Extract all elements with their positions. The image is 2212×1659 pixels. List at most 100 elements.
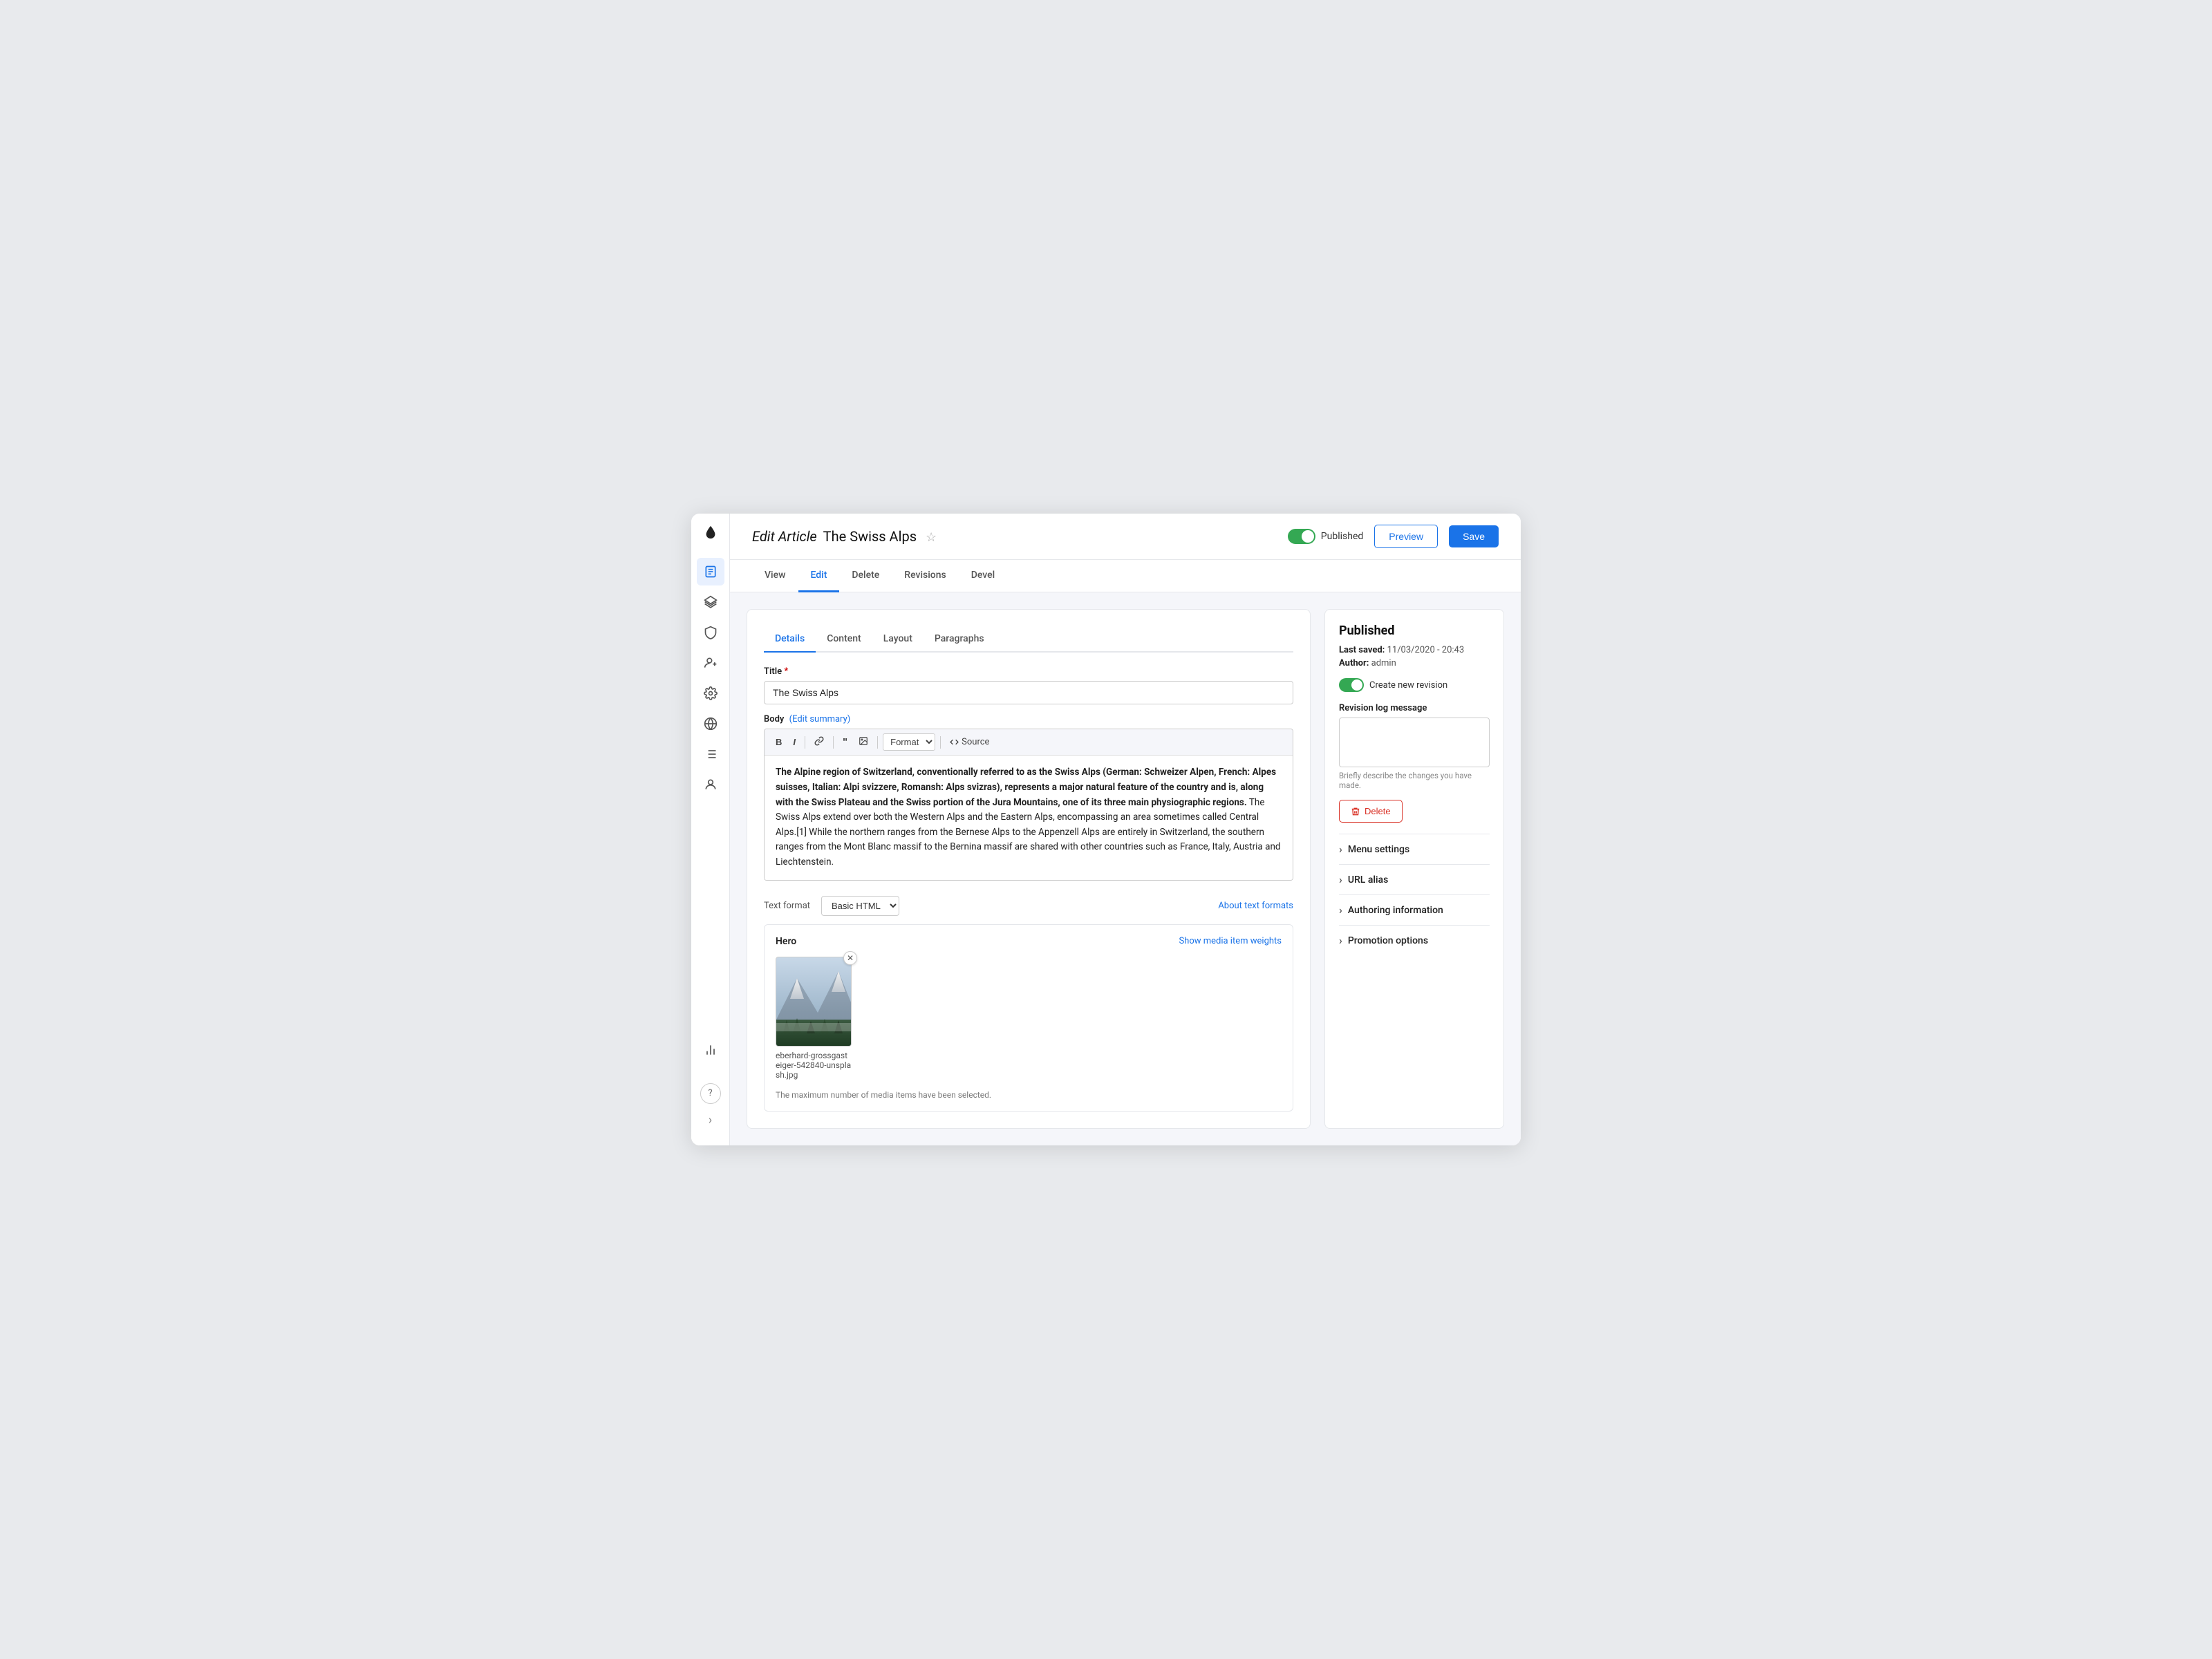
tab-delete[interactable]: Delete: [839, 560, 892, 592]
sidebar-item-person[interactable]: [697, 771, 724, 798]
nav-tabs: View Edit Delete Revisions Devel: [730, 560, 1521, 592]
accordion-promotion-label: Promotion options: [1348, 935, 1428, 946]
italic-button[interactable]: I: [789, 735, 800, 749]
chevron-right-icon-2: ›: [1339, 873, 1342, 886]
sidebar-item-list[interactable]: [697, 740, 724, 768]
editor-wrap: B I ": [764, 729, 1293, 880]
hero-section: Hero Show media item weights: [764, 924, 1293, 1112]
accordion-authoring: › Authoring information: [1339, 894, 1490, 925]
chevron-right-icon: ›: [1339, 843, 1342, 856]
article-name: The Swiss Alps: [823, 528, 917, 545]
toolbar-divider-3: [877, 736, 878, 749]
page-title: Edit Article The Swiss Alps ☆: [752, 528, 1277, 545]
accordion-promotion: › Promotion options: [1339, 925, 1490, 955]
delete-label: Delete: [1365, 806, 1391, 816]
text-format-row: Text format Basic HTML About text format…: [764, 896, 1293, 916]
toolbar-divider-4: [940, 736, 941, 749]
sidebar-item-expand[interactable]: ›: [697, 1107, 724, 1134]
help-icon: ?: [708, 1088, 712, 1098]
preview-button[interactable]: Preview: [1374, 525, 1438, 548]
body-label: Body (Edit summary): [764, 714, 1293, 724]
text-format-select[interactable]: Basic HTML: [821, 896, 899, 916]
media-item: [776, 957, 852, 1047]
editor-toolbar: B I ": [765, 729, 1293, 756]
link-button[interactable]: [810, 734, 828, 750]
editor-body[interactable]: The Alpine region of Switzerland, conven…: [765, 756, 1293, 879]
tab-devel[interactable]: Devel: [959, 560, 1007, 592]
about-formats-link[interactable]: About text formats: [1218, 901, 1293, 911]
blockquote-button[interactable]: ": [838, 734, 852, 750]
hero-title: Hero: [776, 936, 796, 947]
media-item-wrap: ✕ eberhard-grossgasteiger-542840-unsplas…: [776, 957, 852, 1080]
author-value-text: admin: [1371, 658, 1396, 668]
sub-tab-paragraphs[interactable]: Paragraphs: [924, 626, 995, 653]
last-saved-value-text: 11/03/2020 - 20:43: [1387, 645, 1465, 655]
media-remove-button[interactable]: ✕: [843, 951, 857, 965]
image-button[interactable]: [854, 734, 872, 750]
form-panel: Details Content Layout Paragraphs Title …: [747, 609, 1311, 1128]
format-select[interactable]: Format: [883, 733, 935, 751]
accordion-authoring-label: Authoring information: [1348, 905, 1443, 916]
last-saved-row: Last saved: 11/03/2020 - 20:43: [1339, 645, 1490, 655]
title-input[interactable]: [764, 681, 1293, 704]
app-logo[interactable]: [703, 525, 718, 543]
delete-icon: [1351, 807, 1360, 816]
right-panel: Published Last saved: 11/03/2020 - 20:43…: [1324, 609, 1504, 1128]
tab-view[interactable]: View: [752, 560, 798, 592]
author-label: Author:: [1339, 658, 1369, 668]
accordion-url-alias: › URL alias: [1339, 864, 1490, 894]
star-icon[interactable]: ☆: [926, 530, 937, 545]
media-max-notice: The maximum number of media items have b…: [776, 1090, 1282, 1100]
body-field-row: Body (Edit summary) B I ": [764, 714, 1293, 880]
hero-header: Hero Show media item weights: [776, 936, 1282, 947]
sidebar-item-globe[interactable]: [697, 710, 724, 738]
sidebar-item-layers[interactable]: [697, 588, 724, 616]
title-label: Title *: [764, 666, 1293, 677]
edit-article-label: Edit Article: [752, 528, 817, 545]
last-saved-label: Last saved:: [1339, 645, 1385, 655]
body-bold-text: The Alpine region of Switzerland, conven…: [776, 767, 1276, 807]
edit-summary-link[interactable]: (Edit summary): [789, 714, 851, 724]
source-button[interactable]: Source: [946, 735, 993, 749]
sub-tab-layout[interactable]: Layout: [872, 626, 924, 653]
author-row: Author: admin: [1339, 658, 1490, 668]
create-revision-row: Create new revision: [1339, 678, 1490, 692]
main-content: Edit Article The Swiss Alps ☆ Published …: [730, 514, 1521, 1145]
page-header: Edit Article The Swiss Alps ☆ Published …: [730, 514, 1521, 560]
create-revision-toggle[interactable]: [1339, 678, 1364, 692]
sub-tab-content[interactable]: Content: [816, 626, 872, 653]
toolbar-divider-2: [833, 736, 834, 749]
delete-button[interactable]: Delete: [1339, 800, 1403, 823]
sub-tab-details[interactable]: Details: [764, 626, 816, 653]
chevron-right-icon-3: ›: [1339, 903, 1342, 917]
title-field-row: Title *: [764, 666, 1293, 704]
sidebar-item-settings[interactable]: [697, 679, 724, 707]
sub-tabs: Details Content Layout Paragraphs: [764, 626, 1293, 653]
accordion-url-alias-header[interactable]: › URL alias: [1339, 873, 1490, 886]
sidebar-item-chart[interactable]: [697, 1036, 724, 1064]
tab-revisions[interactable]: Revisions: [892, 560, 958, 592]
tab-edit[interactable]: Edit: [798, 560, 840, 592]
published-toggle[interactable]: [1288, 529, 1315, 544]
media-filename: eberhard-grossgasteiger-542840-unsplash.…: [776, 1051, 852, 1080]
sidebar-item-help[interactable]: ?: [700, 1083, 721, 1104]
revision-hint: Briefly describe the changes you have ma…: [1339, 771, 1490, 790]
sidebar-item-shield[interactable]: [697, 619, 724, 646]
accordion-authoring-header[interactable]: › Authoring information: [1339, 903, 1490, 917]
accordion-menu-settings-header[interactable]: › Menu settings: [1339, 843, 1490, 856]
accordion-url-alias-label: URL alias: [1348, 874, 1388, 885]
revision-log-textarea[interactable]: [1339, 718, 1490, 767]
create-revision-label: Create new revision: [1369, 680, 1447, 691]
bold-button[interactable]: B: [771, 735, 786, 749]
save-button[interactable]: Save: [1449, 525, 1499, 547]
revision-log-label: Revision log message: [1339, 703, 1490, 713]
sidebar-item-person-add[interactable]: [697, 649, 724, 677]
accordion-promotion-header[interactable]: › Promotion options: [1339, 934, 1490, 947]
content-area: Details Content Layout Paragraphs Title …: [730, 592, 1521, 1145]
text-format-label: Text format: [764, 901, 810, 911]
sidebar: ? ›: [691, 514, 730, 1145]
expand-icon: ›: [709, 1113, 712, 1127]
show-weights-link[interactable]: Show media item weights: [1179, 936, 1282, 946]
accordion-menu-settings: › Menu settings: [1339, 834, 1490, 864]
sidebar-item-article[interactable]: [697, 558, 724, 585]
